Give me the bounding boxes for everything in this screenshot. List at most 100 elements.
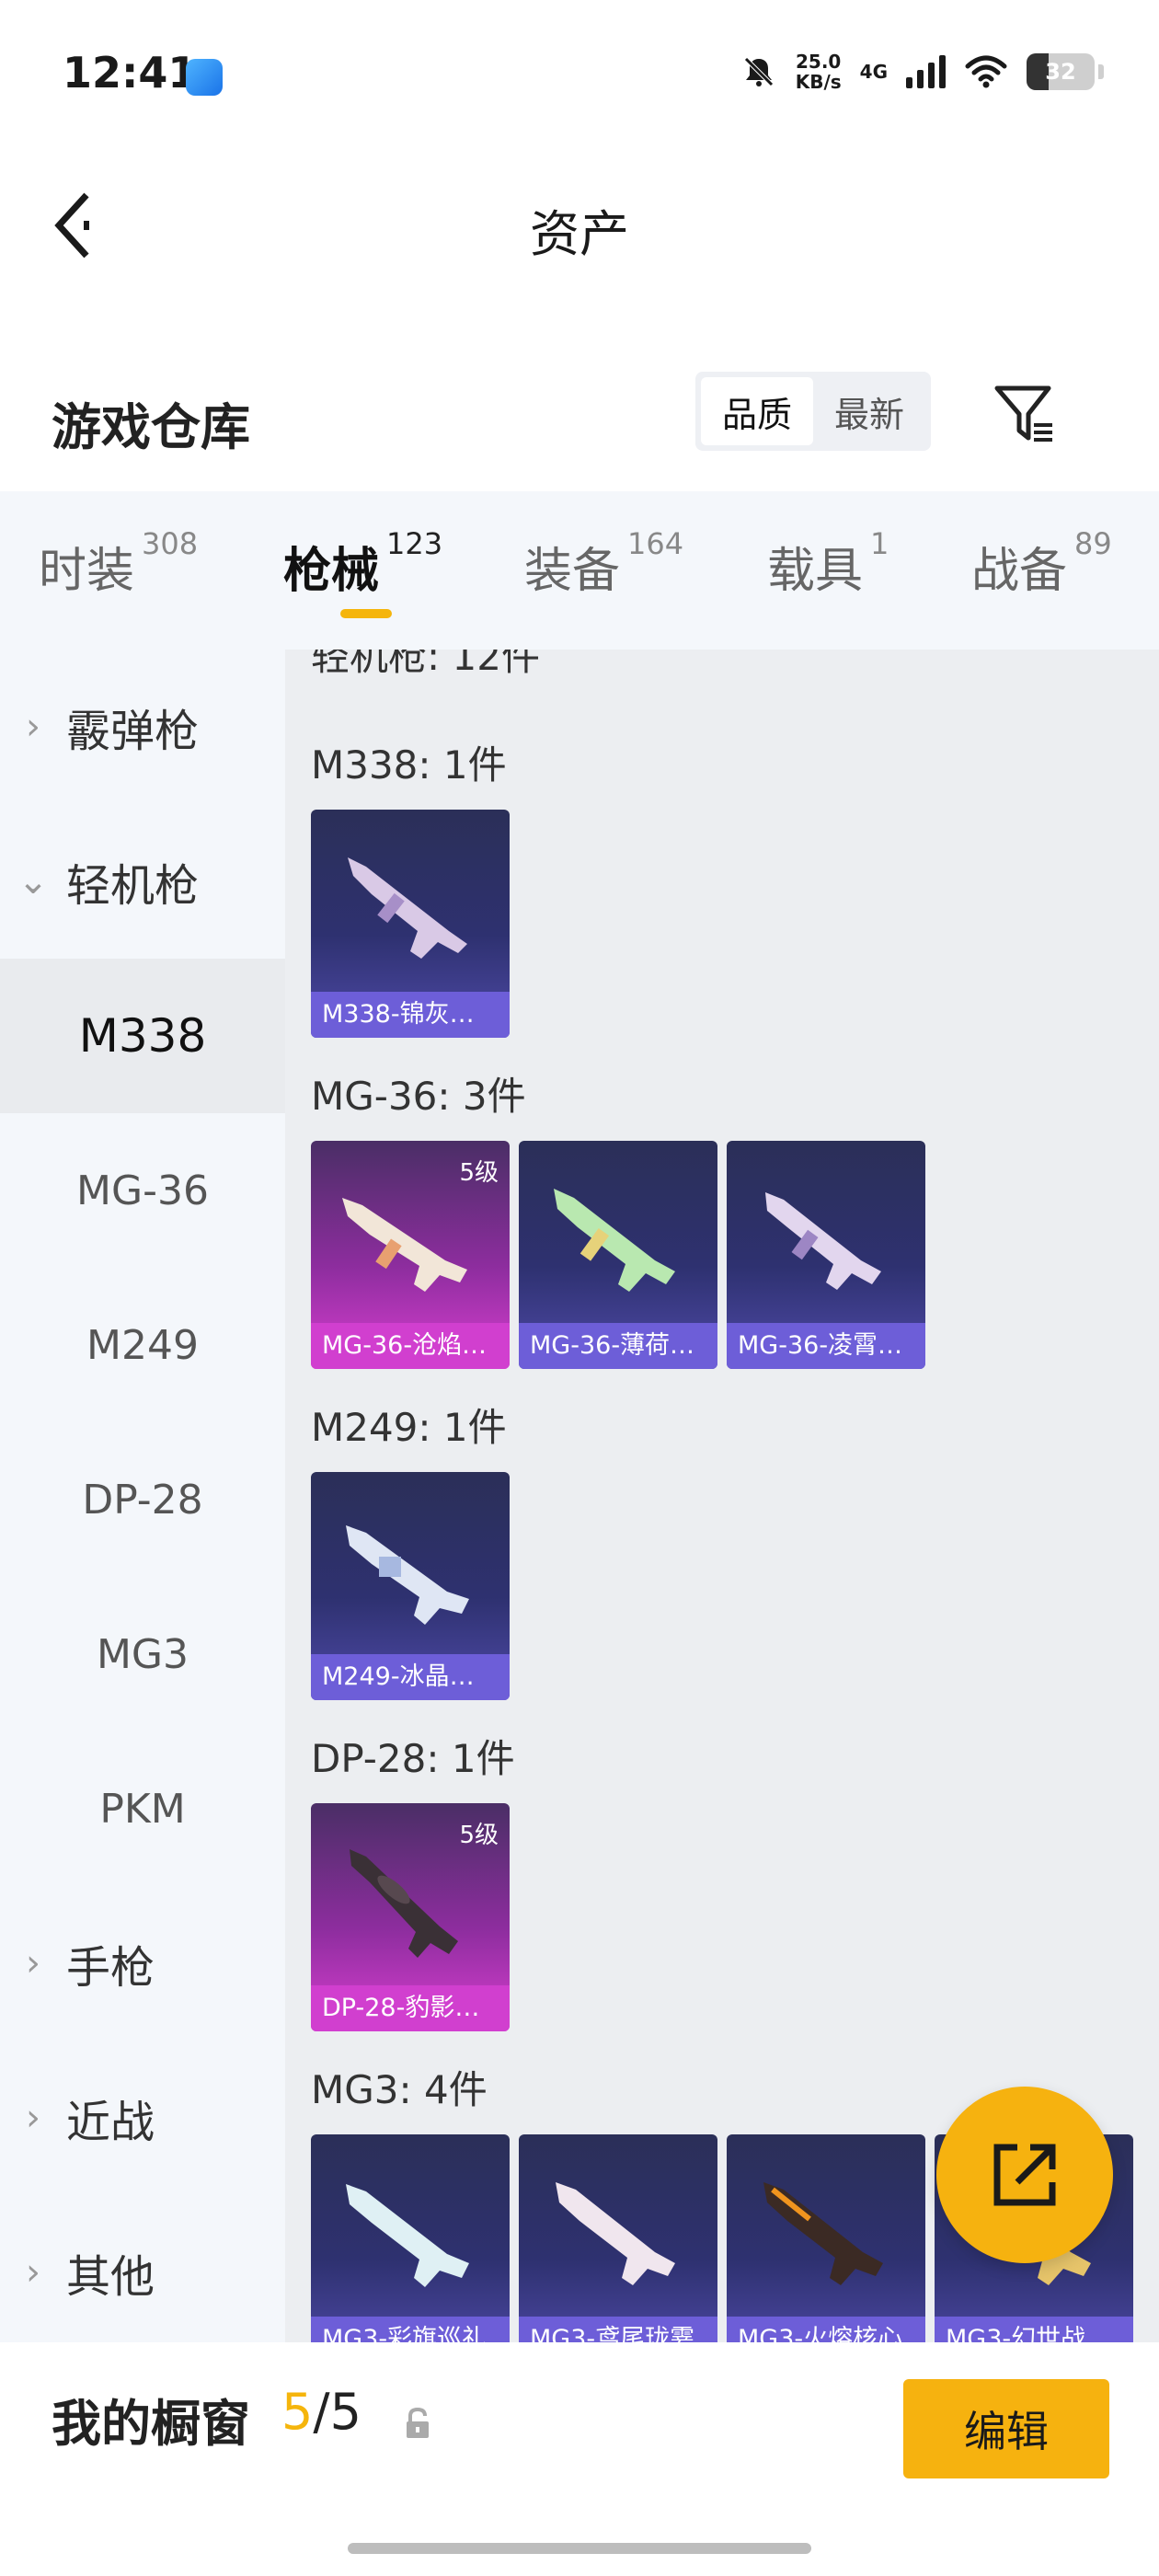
share-external-icon: [993, 2144, 1056, 2206]
sidebar-item-mg3[interactable]: MG3: [0, 1577, 285, 1731]
showcase-count-separator: /: [313, 2383, 330, 2441]
rifle-icon: [342, 1198, 467, 1292]
weapon-card-label: MG-36-沧焰…: [311, 1323, 510, 1369]
showcase-count-current: 5: [281, 2383, 314, 2441]
sidebar-item-label: M338: [78, 1009, 207, 1063]
weapon-card-label: MG3-鸢尾珑霎: [519, 2317, 717, 2342]
sidebar-item-m249[interactable]: M249: [0, 1268, 285, 1422]
sidebar-item-label: MG-36: [76, 1167, 209, 1214]
filter-icon[interactable]: [992, 381, 1058, 447]
sidebar-item-label: DP-28: [82, 1476, 203, 1524]
rifle-icon: [556, 2182, 675, 2285]
warehouse-title: 游戏仓库: [52, 398, 250, 456]
weapon-card[interactable]: MG3-鸢尾珑霎: [519, 2134, 717, 2342]
bottom-bar: 我的橱窗 5/5 编辑: [0, 2342, 1159, 2576]
tab-fashion[interactable]: 时装 308: [39, 526, 198, 601]
weapon-card-label: M249-冰晶…: [311, 1654, 510, 1700]
sidebar-item-shotgun[interactable]: › 霰弹枪: [0, 650, 285, 804]
chevron-right-icon: ›: [26, 2097, 40, 2139]
weapon-card[interactable]: M249-冰晶…: [311, 1472, 510, 1700]
tab-count: 1: [870, 526, 889, 561]
tab-label: 战备: [971, 544, 1068, 599]
group-title-mg3: MG3: 4件: [311, 2067, 488, 2112]
tab-supplies[interactable]: 战备 89: [971, 526, 1112, 601]
app-icon: [186, 59, 223, 96]
sidebar-item-dp28[interactable]: DP-28: [0, 1422, 285, 1577]
edit-button[interactable]: 编辑: [903, 2379, 1109, 2478]
status-icons: 25.0 KB/s 4G 32: [740, 52, 1104, 92]
tab-firearms[interactable]: 枪械 123: [283, 526, 442, 601]
showcase-label: 我的橱窗: [52, 2395, 250, 2453]
sort-toggle[interactable]: 品质 最新: [695, 372, 931, 451]
tab-equipment[interactable]: 装备 164: [524, 526, 683, 601]
group-title-m249: M249: 1件: [311, 1405, 507, 1450]
net-speed-value: 25.0: [796, 51, 842, 73]
status-bar: 12:41 25.0 KB/s 4G 32: [0, 0, 1159, 156]
sidebar-item-label: MG3: [96, 1630, 189, 1678]
tab-label: 时装: [39, 544, 135, 599]
sidebar-item-pistol[interactable]: › 手枪: [0, 1886, 285, 2041]
rifle-icon: [348, 857, 467, 959]
sidebar-item-melee[interactable]: › 近战: [0, 2041, 285, 2195]
rifle-icon: [346, 1525, 469, 1625]
wifi-icon: [965, 55, 1007, 88]
network-type: 4G: [859, 61, 888, 83]
weapon-card[interactable]: M338-锦灰…: [311, 810, 510, 1038]
sidebar-item-mg36[interactable]: MG-36: [0, 1113, 285, 1268]
home-indicator[interactable]: [348, 2543, 811, 2554]
sidebar-item-other[interactable]: › 其他: [0, 2195, 285, 2342]
sidebar-item-label: 霰弹枪: [66, 706, 200, 757]
weapon-card[interactable]: 5级 DP-28-豹影…: [311, 1803, 510, 2031]
sidebar-item-lmg[interactable]: ⌄ 轻机枪: [0, 804, 285, 959]
sidebar-item-pkm[interactable]: PKM: [0, 1731, 285, 1886]
chevron-right-icon: ›: [26, 2251, 40, 2294]
weapon-card[interactable]: MG-36-凌霄…: [727, 1141, 925, 1369]
chevron-down-icon: ⌄: [17, 860, 49, 903]
chevron-right-icon: ›: [26, 1942, 40, 1984]
weapon-card[interactable]: 5级 MG-36-沧焰…: [311, 1141, 510, 1369]
weapon-card-label: DP-28-豹影…: [311, 1985, 510, 2031]
sidebar-item-label: 其他: [66, 2251, 155, 2303]
mute-bell-icon: [743, 57, 774, 86]
rifle-icon: [763, 2182, 883, 2285]
group-title-m338: M338: 1件: [311, 742, 507, 788]
sidebar-item-label: M249: [86, 1321, 199, 1369]
tab-vehicles[interactable]: 载具 1: [767, 526, 889, 601]
weapon-card-label: MG3-彩旗巡礼: [311, 2317, 510, 2342]
tab-count: 123: [386, 526, 443, 561]
tab-label: 载具: [767, 544, 864, 599]
weapon-card[interactable]: MG-36-薄荷…: [519, 1141, 717, 1369]
sidebar-item-label: PKM: [99, 1785, 186, 1833]
tab-label: 枪械: [283, 544, 380, 599]
weapon-card-label: MG3-幻世战…: [935, 2317, 1133, 2342]
sidebar: › 霰弹枪 ⌄ 轻机枪 M338 MG-36 M249 DP-28 MG3 PKM …: [0, 650, 285, 2342]
tab-count: 308: [142, 526, 199, 561]
rifle-icon: [346, 2184, 469, 2287]
group-title-dp28: DP-28: 1件: [311, 1736, 515, 1781]
signal-icon: [906, 55, 946, 88]
share-button[interactable]: [936, 2087, 1113, 2263]
weapon-card-label: MG-36-薄荷…: [519, 1323, 717, 1369]
battery-icon: 32: [1027, 53, 1095, 90]
rifle-icon: [350, 1849, 458, 1958]
chevron-right-icon: ›: [26, 706, 40, 748]
tab-count: 89: [1074, 526, 1112, 561]
rifle-icon: [554, 1189, 675, 1292]
sort-quality-option[interactable]: 品质: [701, 377, 813, 445]
showcase-count-total: 5: [329, 2383, 361, 2441]
battery-level: 32: [1045, 59, 1076, 85]
battery-tip: [1098, 64, 1104, 79]
weapon-card-label: M338-锦灰…: [311, 992, 510, 1038]
weapon-card-label: MG-36-凌霄…: [727, 1323, 925, 1369]
sort-newest-option[interactable]: 最新: [813, 377, 925, 445]
weapon-card[interactable]: MG3-火熔核心: [727, 2134, 925, 2342]
tab-count: 164: [627, 526, 684, 561]
net-speed: 25.0 KB/s: [796, 52, 842, 92]
net-speed-unit: KB/s: [795, 71, 842, 93]
weapon-card[interactable]: MG3-彩旗巡礼: [311, 2134, 510, 2342]
sidebar-item-m338[interactable]: M338: [0, 959, 285, 1113]
rifle-icon: [765, 1192, 881, 1290]
group-title-lmg: 轻机枪: 12件: [311, 650, 540, 679]
weapon-card-label: MG3-火熔核心: [727, 2317, 925, 2342]
showcase-count: 5/5: [281, 2383, 361, 2441]
